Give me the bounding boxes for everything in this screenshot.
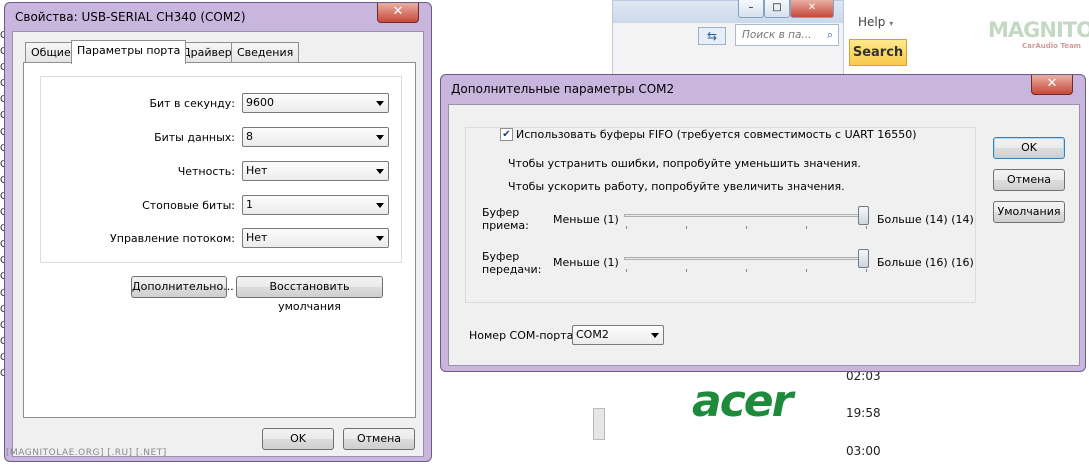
web-search-button[interactable]: Search <box>849 39 907 66</box>
slider-tick <box>626 226 627 229</box>
rx-label-line1: Буфер <box>482 206 520 219</box>
advanced-close-button[interactable]: ✕ <box>1031 75 1073 95</box>
defaults-button[interactable]: Умолчания <box>993 201 1065 223</box>
tab-port-settings[interactable]: Параметры порта <box>71 40 187 64</box>
help-menu[interactable]: Help ▾ <box>858 15 893 29</box>
chevron-down-icon <box>651 333 659 338</box>
advanced-settings-window: Дополнительные параметры COM2 ✕ ✔ Исполь… <box>440 74 1086 372</box>
chevron-down-icon <box>376 236 384 241</box>
chevron-down-icon <box>376 101 384 106</box>
rx-buffer-label: Буфер приема: <box>482 206 529 232</box>
advanced-cancel-button[interactable]: Отмена <box>993 169 1065 191</box>
advanced-window-title: Дополнительные параметры COM2 <box>451 82 675 96</box>
slider-tick <box>866 269 867 272</box>
chevron-down-icon <box>376 135 384 140</box>
properties-window-title: Свойства: USB-SERIAL CH340 (COM2) <box>15 10 246 24</box>
databits-value: 8 <box>246 130 253 143</box>
close-icon: ✕ <box>1046 76 1058 91</box>
restore-defaults-button[interactable]: Восстановить умолчания <box>236 276 383 313</box>
time-3: 03:00 <box>846 444 881 458</box>
brand-subtitle: CarAudio Team <box>1022 42 1081 50</box>
tx-min-label: Меньше (1) <box>553 256 619 269</box>
checkmark-icon: ✔ <box>502 129 511 140</box>
slider-tick <box>806 226 807 229</box>
slider-tick <box>746 269 747 272</box>
com-port-label: Номер COM-порта: <box>469 329 578 342</box>
rx-max-label: Больше (14) (14) <box>877 213 974 226</box>
rx-label-line2: приема: <box>482 219 529 232</box>
slider-tick <box>866 226 867 229</box>
refresh-button[interactable]: ⇆ <box>698 27 726 45</box>
properties-cancel-button[interactable]: Отмена <box>343 428 415 450</box>
tx-max-label: Больше (16) (16) <box>877 256 974 269</box>
slider-tick <box>686 269 687 272</box>
com-port-value: COM2 <box>576 328 609 341</box>
properties-body: Общие Параметры порта Драйвер Сведения Б… <box>12 31 424 457</box>
time-2: 19:58 <box>846 406 881 420</box>
stopbits-select[interactable]: 1 <box>242 195 389 215</box>
search-placeholder: Поиск в па... <box>742 29 812 41</box>
help-label: Help <box>858 15 886 29</box>
watermark: [MAGNITOLAE.ORG] [.RU] [.NET] <box>6 448 167 458</box>
rx-buffer-slider-track[interactable] <box>624 214 864 217</box>
flowcontrol-value: Нет <box>246 231 268 244</box>
flowcontrol-label: Управление потоком: <box>110 232 235 245</box>
chevron-down-icon: ▾ <box>889 19 894 28</box>
advanced-ok-button[interactable]: OK <box>993 137 1065 159</box>
databits-label: Биты данных: <box>154 131 235 144</box>
search-icon: ⌕ <box>827 29 833 41</box>
refresh-icon: ⇆ <box>706 29 718 43</box>
properties-ok-button[interactable]: OK <box>262 428 334 450</box>
maximize-button[interactable]: □ <box>764 0 790 18</box>
stopbits-value: 1 <box>246 198 253 211</box>
properties-window: Свойства: USB-SERIAL CH340 (COM2) ✕ Общи… <box>4 2 432 462</box>
fifo-checkbox[interactable]: ✔ <box>500 128 513 141</box>
close-icon: ✕ <box>392 4 404 19</box>
tx-buffer-slider-track[interactable] <box>624 257 864 260</box>
baud-value: 9600 <box>246 96 274 109</box>
tab-general[interactable]: Общие <box>25 42 77 63</box>
chevron-down-icon <box>376 169 384 174</box>
slider-tick <box>806 269 807 272</box>
fifo-label: Использовать буферы FIFO (требуется совм… <box>516 128 917 141</box>
advanced-button[interactable]: Дополнительно... <box>131 276 234 298</box>
rx-buffer-slider-thumb[interactable] <box>858 206 869 225</box>
baud-label: Бит в секунду: <box>149 97 235 110</box>
tx-buffer-label: Буфер передачи: <box>482 250 541 276</box>
databits-select[interactable]: 8 <box>242 127 389 147</box>
properties-close-button[interactable]: ✕ <box>377 3 419 23</box>
rx-min-label: Меньше (1) <box>553 213 619 226</box>
parity-select[interactable]: Нет <box>242 161 389 181</box>
advanced-body: ✔ Использовать буферы FIFO (требуется со… <box>448 104 1080 366</box>
tx-label-line1: Буфер <box>482 250 520 263</box>
slider-tick <box>686 226 687 229</box>
brand-logo: MAGNITOLACarAudio Team <box>988 18 1089 50</box>
baud-select[interactable]: 9600 <box>242 93 389 113</box>
com-port-select[interactable]: COM2 <box>572 325 664 345</box>
minimize-button[interactable]: – <box>738 0 764 18</box>
hint-decrease: Чтобы устранить ошибки, попробуйте умень… <box>508 157 861 170</box>
slider-tick <box>626 269 627 272</box>
explorer-search-input[interactable]: Поиск в па... ⌕ <box>735 24 839 46</box>
port-settings-group: Бит в секунду: 9600 Биты данных: 8 Четно… <box>40 76 402 263</box>
tx-label-line2: передачи: <box>482 263 542 276</box>
stopbits-label: Стоповые биты: <box>142 199 235 212</box>
scrollbar-thumb[interactable] <box>593 408 605 440</box>
brand-name: MAGNITOLA <box>988 18 1089 42</box>
fifo-group: ✔ Использовать буферы FIFO (требуется со… <box>465 127 976 303</box>
explorer-close-button[interactable]: ✕ <box>790 0 834 18</box>
acer-logo: acer <box>692 376 793 427</box>
hint-increase: Чтобы ускорить работу, попробуйте увелич… <box>508 180 845 193</box>
tab-details[interactable]: Сведения <box>231 42 300 63</box>
flowcontrol-select[interactable]: Нет <box>242 228 389 248</box>
chevron-down-icon <box>376 203 384 208</box>
parity-value: Нет <box>246 164 268 177</box>
slider-tick <box>746 226 747 229</box>
tx-buffer-slider-thumb[interactable] <box>858 249 869 268</box>
parity-label: Четность: <box>177 165 235 178</box>
port-settings-pane: Бит в секунду: 9600 Биты данных: 8 Четно… <box>23 62 416 418</box>
